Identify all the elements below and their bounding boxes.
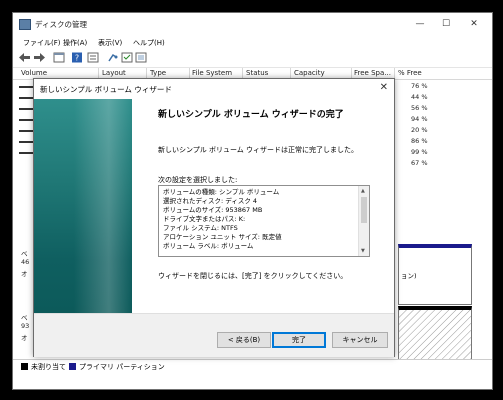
- percent-free-cell: 76 %: [411, 82, 428, 90]
- dialog-close-button[interactable]: ✕: [380, 82, 388, 93]
- maximize-button[interactable]: ☐: [433, 16, 459, 32]
- selected-settings-label: 次の設定を選択しました:: [158, 176, 238, 184]
- percent-free-cell: 94 %: [411, 115, 428, 123]
- setting-line: ボリュームの種類: シンプル ボリューム: [163, 188, 280, 196]
- disk-label-status: オ: [21, 334, 28, 342]
- svg-text:?: ?: [75, 54, 79, 63]
- legend-unallocated: 未割り当て: [31, 363, 66, 371]
- close-instruction: ウィザードを閉じるには、[完了] をクリックしてください。: [158, 272, 348, 280]
- col-percent-free[interactable]: % Free: [398, 69, 422, 77]
- unallocated-swatch: [21, 363, 28, 370]
- menu-file[interactable]: ファイル(F): [23, 38, 61, 48]
- volume-row-icon[interactable]: [19, 152, 33, 154]
- percent-free-cell: 67 %: [411, 159, 428, 167]
- window-title: ディスクの管理: [35, 20, 87, 29]
- unallocated-block[interactable]: [398, 306, 472, 365]
- setting-line: ファイル システム: NTFS: [163, 224, 238, 232]
- col-type[interactable]: Type: [150, 69, 166, 77]
- scroll-thumb[interactable]: [361, 197, 367, 223]
- col-capacity[interactable]: Capacity: [294, 69, 325, 77]
- dialog-title: 新しいシンプル ボリューム ウィザード: [40, 85, 172, 94]
- col-volume[interactable]: Volume: [21, 69, 47, 77]
- col-free-space[interactable]: Free Spa...: [354, 69, 391, 77]
- close-button[interactable]: ✕: [461, 16, 487, 32]
- col-layout[interactable]: Layout: [102, 69, 126, 77]
- banner-highlight: [74, 99, 132, 313]
- setting-line: ドライブ文字またはパス: K:: [163, 215, 246, 223]
- setting-line: アロケーション ユニット サイズ: 既定値: [163, 233, 282, 241]
- back-button[interactable]: < 戻る(B): [217, 332, 271, 348]
- settings-summary-box[interactable]: ボリュームの種類: シンプル ボリューム 選択されたディスク: ディスク 4 ボ…: [158, 185, 370, 257]
- percent-free-cell: 56 %: [411, 104, 428, 112]
- setting-line: ボリューム ラベル: ボリューム: [163, 242, 254, 250]
- menu-bar: ファイル(F) 操作(A) 表示(V) ヘルプ(H): [13, 35, 492, 49]
- summary-scrollbar[interactable]: ▲ ▼: [358, 186, 369, 256]
- scroll-up-icon[interactable]: ▲: [361, 188, 365, 194]
- toolbar: ?: [13, 49, 492, 68]
- volume-row-icon[interactable]: [19, 108, 33, 110]
- menu-action[interactable]: 操作(A): [63, 38, 87, 48]
- wizard-content: 新しいシンプル ボリューム ウィザードの完了 新しいシンプル ボリューム ウィザ…: [132, 99, 394, 313]
- percent-free-cell: 86 %: [411, 137, 428, 145]
- disk-management-icon: [19, 19, 31, 30]
- volume-row-icon[interactable]: [19, 86, 33, 88]
- wizard-dialog: 新しいシンプル ボリューム ウィザード ✕ 新しいシンプル ボリューム ウィザー…: [33, 78, 395, 357]
- list-view-icon[interactable]: [87, 52, 99, 63]
- connect-icon[interactable]: [107, 52, 119, 63]
- disk-label-status: オ: [21, 270, 28, 278]
- wizard-banner-image: [34, 99, 132, 313]
- checklist-icon[interactable]: [121, 52, 133, 63]
- wizard-heading: 新しいシンプル ボリューム ウィザードの完了: [158, 110, 344, 120]
- setting-line: ボリュームのサイズ: 953867 MB: [163, 206, 263, 214]
- properties-icon[interactable]: [53, 52, 65, 63]
- volume-row-icon[interactable]: [19, 141, 33, 143]
- disk-label-size: 93: [21, 322, 30, 330]
- volume-row-icon[interactable]: [19, 97, 33, 99]
- scroll-down-icon[interactable]: ▼: [361, 248, 365, 254]
- title-bar: ディスクの管理 — ☐ ✕: [13, 13, 492, 35]
- disk-label-type: ベ: [21, 250, 28, 258]
- volume-row-icon[interactable]: [19, 119, 33, 121]
- menu-help[interactable]: ヘルプ(H): [133, 38, 165, 48]
- disk-label-size: 46: [21, 258, 30, 266]
- partition-block[interactable]: ョン): [398, 244, 472, 305]
- hatch-pattern: [399, 310, 471, 360]
- menu-view[interactable]: 表示(V): [98, 38, 122, 48]
- col-status[interactable]: Status: [246, 69, 268, 77]
- back-arrow-icon[interactable]: [19, 52, 31, 63]
- dialog-title-bar: 新しいシンプル ボリューム ウィザード ✕: [34, 79, 394, 99]
- cancel-button[interactable]: キャンセル: [332, 332, 388, 348]
- finish-button[interactable]: 完了: [272, 332, 326, 348]
- disk-label-type: ベ: [21, 314, 28, 322]
- percent-free-cell: 99 %: [411, 148, 428, 156]
- setting-line: 選択されたディスク: ディスク 4: [163, 197, 258, 205]
- forward-arrow-icon[interactable]: [33, 52, 45, 63]
- help-icon[interactable]: ?: [71, 52, 83, 63]
- completion-message: 新しいシンプル ボリューム ウィザードは正常に完了しました。: [158, 146, 359, 154]
- settings-panel-icon[interactable]: [135, 52, 147, 63]
- dialog-button-row: < 戻る(B) 完了 キャンセル: [34, 313, 394, 357]
- legend-primary-partition: プライマリ パーティション: [79, 363, 165, 371]
- primary-partition-swatch: [69, 363, 76, 370]
- col-file-system[interactable]: File System: [192, 69, 232, 77]
- partition-label-partial: ョン): [401, 272, 417, 280]
- volume-row-icon[interactable]: [19, 130, 33, 132]
- minimize-button[interactable]: —: [407, 16, 433, 32]
- legend-bar: 未割り当て プライマリ パーティション: [13, 359, 492, 374]
- percent-free-cell: 44 %: [411, 93, 428, 101]
- percent-free-cell: 20 %: [411, 126, 428, 134]
